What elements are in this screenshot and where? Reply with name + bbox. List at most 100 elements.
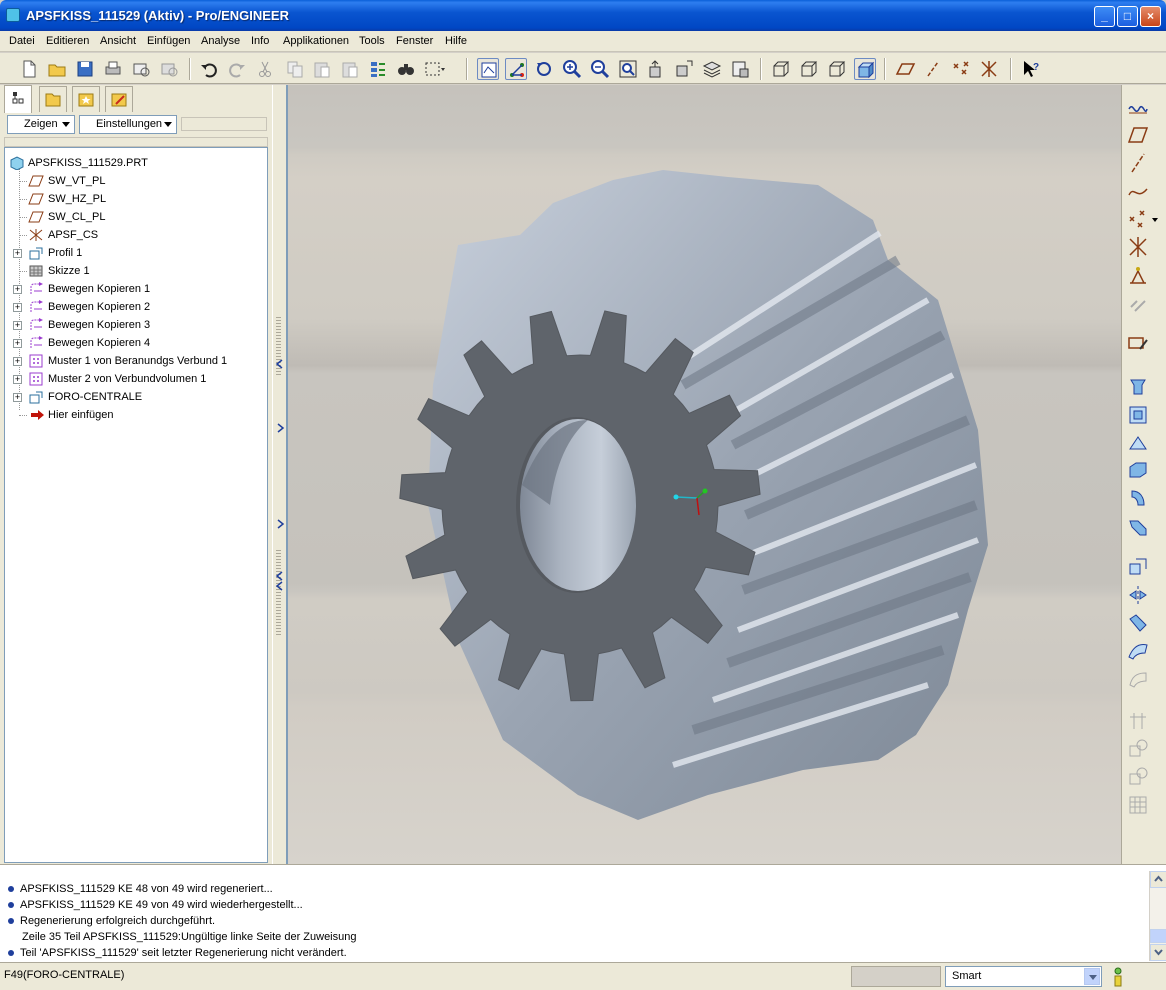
- close-button[interactable]: ×: [1140, 6, 1161, 27]
- layers-icon[interactable]: [701, 58, 723, 80]
- scroll-down-button[interactable]: [1150, 944, 1166, 961]
- coordinate-system-tool-icon[interactable]: [1126, 235, 1150, 259]
- selection-box-icon[interactable]: [423, 58, 445, 80]
- datum-point-toggle-icon[interactable]: [950, 58, 972, 80]
- paste-special-icon[interactable]: [339, 58, 361, 80]
- collapse-left-icon[interactable]: [275, 359, 285, 369]
- cut-icon[interactable]: [254, 58, 276, 80]
- hole-tool-icon[interactable]: [1126, 431, 1150, 455]
- menu-applikationen[interactable]: Applikationen: [283, 35, 349, 47]
- folder-browser-tab[interactable]: [39, 86, 67, 112]
- datum-curve-sketch-icon[interactable]: [1126, 95, 1150, 119]
- reorient-icon[interactable]: [645, 58, 667, 80]
- menu-info[interactable]: Info: [251, 35, 269, 47]
- analysis-feature-icon[interactable]: [1126, 263, 1150, 287]
- orient-mode-icon[interactable]: [533, 58, 555, 80]
- round-tool-icon[interactable]: [1126, 487, 1150, 511]
- expand-right-icon[interactable]: [275, 519, 285, 529]
- model-tree-tab[interactable]: [4, 85, 32, 113]
- datum-point-tool-icon[interactable]: [1126, 207, 1150, 231]
- saved-views-icon[interactable]: [673, 58, 695, 80]
- chevron-down-icon[interactable]: [1084, 968, 1100, 985]
- sketch-tool-icon[interactable]: [1126, 331, 1150, 355]
- chain-link-icon[interactable]: [1126, 291, 1150, 315]
- menu-einfuegen[interactable]: Einfügen: [147, 35, 190, 47]
- settings-dropdown[interactable]: Einstellungen: [79, 115, 177, 134]
- chevron-down-icon[interactable]: [1152, 218, 1158, 222]
- send-link-icon[interactable]: [158, 58, 180, 80]
- helical-gear-model[interactable]: [288, 85, 1121, 864]
- hidden-line-icon[interactable]: [798, 58, 820, 80]
- wireframe-icon[interactable]: [770, 58, 792, 80]
- pattern-tool-icon[interactable]: [1126, 737, 1150, 761]
- view-manager-icon[interactable]: [729, 58, 751, 80]
- revolve-tool-icon[interactable]: [1126, 403, 1150, 427]
- menu-datei[interactable]: Datei: [9, 35, 35, 47]
- sweep-tool-icon[interactable]: [1126, 611, 1150, 635]
- shell-tool-icon[interactable]: [1126, 459, 1150, 483]
- undo-icon[interactable]: [198, 58, 220, 80]
- expand-icon[interactable]: +: [13, 375, 22, 384]
- menu-hilfe[interactable]: Hilfe: [445, 35, 467, 47]
- expand-icon[interactable]: +: [13, 393, 22, 402]
- datum-axis-toggle-icon[interactable]: [922, 58, 944, 80]
- save-icon[interactable]: [74, 58, 96, 80]
- open-folder-icon[interactable]: [46, 58, 68, 80]
- repaint-icon[interactable]: [477, 58, 499, 80]
- context-help-icon[interactable]: ?: [1020, 58, 1042, 80]
- graphics-window[interactable]: [286, 85, 1121, 864]
- zoom-out-icon[interactable]: [589, 58, 611, 80]
- expand-right-icon[interactable]: [275, 423, 285, 433]
- mirror-tool-icon[interactable]: [1126, 583, 1150, 607]
- send-mail-icon[interactable]: [130, 58, 152, 80]
- no-hidden-icon[interactable]: [826, 58, 848, 80]
- search-binoculars-icon[interactable]: [395, 58, 417, 80]
- expand-icon[interactable]: +: [13, 339, 22, 348]
- collapse-left-icon[interactable]: [275, 581, 285, 591]
- blend-tool-icon[interactable]: [1126, 639, 1150, 663]
- datum-axis-tool-icon[interactable]: [1126, 151, 1150, 175]
- maximize-button[interactable]: □: [1117, 6, 1138, 27]
- shading-icon[interactable]: [854, 58, 876, 80]
- expand-icon[interactable]: +: [13, 285, 22, 294]
- spin-center-icon[interactable]: [505, 58, 527, 80]
- copy-icon[interactable]: [284, 58, 306, 80]
- panel-splitter[interactable]: [272, 85, 286, 864]
- show-dropdown[interactable]: Zeigen: [7, 115, 75, 134]
- menu-editieren[interactable]: Editieren: [46, 35, 89, 47]
- menu-ansicht[interactable]: Ansicht: [100, 35, 136, 47]
- datum-curve-tool-icon[interactable]: [1126, 179, 1150, 203]
- style-tool-icon[interactable]: [1126, 667, 1150, 691]
- draft-tool-icon[interactable]: [1126, 555, 1150, 579]
- table-tool-icon[interactable]: [1126, 793, 1150, 817]
- regenerate-icon[interactable]: [367, 58, 389, 80]
- menu-analyse[interactable]: Analyse: [201, 35, 240, 47]
- warp-tool-icon[interactable]: [1126, 709, 1150, 733]
- collapse-left-icon[interactable]: [275, 571, 285, 581]
- paste-icon[interactable]: [311, 58, 333, 80]
- new-file-icon[interactable]: [18, 58, 40, 80]
- expand-icon[interactable]: +: [13, 249, 22, 258]
- history-tab[interactable]: [105, 86, 133, 112]
- chamfer-tool-icon[interactable]: [1126, 515, 1150, 539]
- datum-plane-tool-icon[interactable]: [1126, 123, 1150, 147]
- menu-tools[interactable]: Tools: [359, 35, 385, 47]
- zoom-in-icon[interactable]: [561, 58, 583, 80]
- expand-icon[interactable]: +: [13, 357, 22, 366]
- expand-icon[interactable]: +: [13, 303, 22, 312]
- refit-icon[interactable]: [617, 58, 639, 80]
- selection-filter-select[interactable]: Smart: [945, 966, 1102, 987]
- scroll-thumb[interactable]: [1150, 929, 1166, 943]
- print-icon[interactable]: [102, 58, 124, 80]
- message-scrollbar[interactable]: [1149, 871, 1166, 961]
- scroll-up-button[interactable]: [1150, 871, 1166, 888]
- datum-plane-toggle-icon[interactable]: [894, 58, 916, 80]
- redo-icon[interactable]: [226, 58, 248, 80]
- traffic-light-icon[interactable]: [1110, 966, 1126, 988]
- group-tool-icon[interactable]: [1126, 765, 1150, 789]
- extrude-tool-icon[interactable]: [1126, 375, 1150, 399]
- minimize-button[interactable]: _: [1094, 6, 1115, 27]
- coordinate-system-toggle-icon[interactable]: [978, 58, 1000, 80]
- expand-icon[interactable]: +: [13, 321, 22, 330]
- menu-fenster[interactable]: Fenster: [396, 35, 433, 47]
